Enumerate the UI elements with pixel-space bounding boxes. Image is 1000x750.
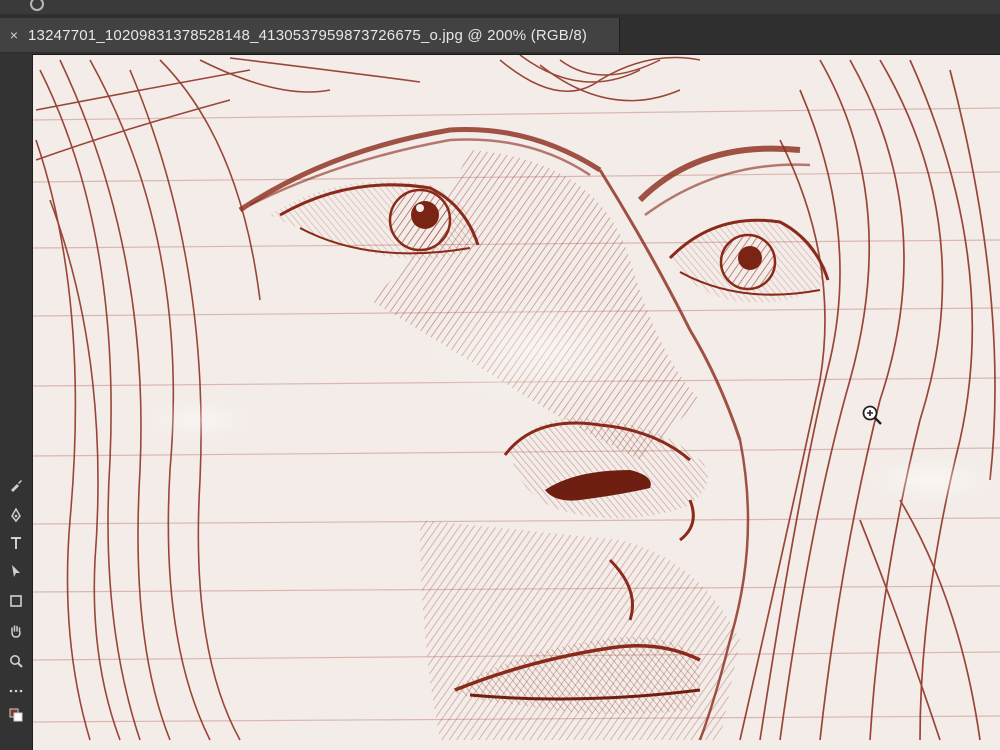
pen-tool-icon[interactable] <box>4 504 28 526</box>
hand-tool-icon[interactable] <box>4 620 28 642</box>
document-tab-title: 13247701_10209831378528148_4130537959873… <box>28 26 588 44</box>
more-tools-icon[interactable] <box>4 680 28 702</box>
top-strip <box>0 0 1000 14</box>
tools-panel <box>0 54 33 750</box>
rectangle-tool-icon[interactable] <box>4 590 28 612</box>
sketch-artwork <box>33 55 1000 750</box>
type-tool-icon[interactable] <box>4 532 28 554</box>
zoom-tool-icon[interactable] <box>4 650 28 672</box>
default-colors-icon[interactable] <box>4 704 28 726</box>
zoom-in-cursor-icon <box>862 405 882 425</box>
search-icon[interactable] <box>30 0 44 11</box>
document-tab[interactable]: × 13247701_10209831378528148_41305379598… <box>0 18 620 52</box>
brush-tool-icon[interactable] <box>4 474 28 496</box>
document-tab-bar: × 13247701_10209831378528148_41305379598… <box>0 14 1000 55</box>
path-selection-tool-icon[interactable] <box>4 560 28 582</box>
document-canvas[interactable] <box>33 55 1000 750</box>
close-icon[interactable]: × <box>6 27 22 43</box>
